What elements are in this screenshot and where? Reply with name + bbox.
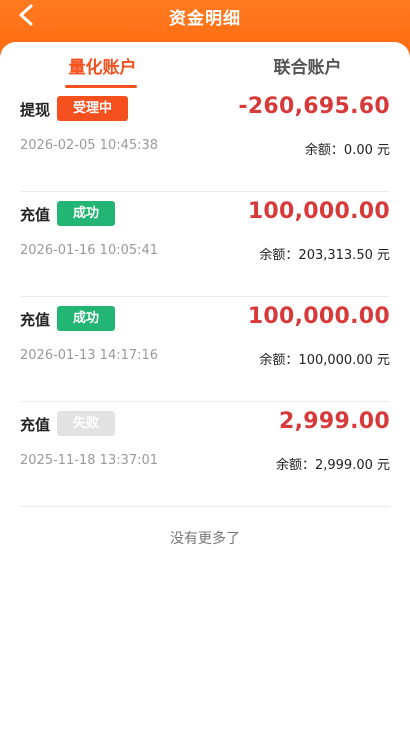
record-date: 2025-11-18 13:37:01 (20, 453, 159, 468)
account-tabs: 量化账户 联合账户 (0, 42, 410, 92)
record-date: 2026-01-13 14:17:16 (20, 348, 159, 363)
status-badge: 失败 (57, 411, 116, 436)
record-date: 2026-02-05 10:45:38 (20, 138, 159, 153)
list-item[interactable]: 充值 成功 2026-01-13 14:17:16 100,000.00 余额：… (20, 296, 390, 402)
record-balance: 余额：203,313.50 元 (259, 248, 390, 263)
content-card: 量化账户 联合账户 提现 受理中 2026-02-05 10:45:38 -26… (0, 42, 410, 735)
no-more-text: 没有更多了 (170, 531, 240, 547)
record-date: 2026-01-16 10:05:41 (20, 243, 159, 258)
record-amount: 100,000.00 (247, 199, 390, 224)
list-item[interactable]: 充值 成功 2026-01-16 10:05:41 100,000.00 余额：… (20, 191, 390, 297)
record-type: 提现 (20, 101, 51, 119)
status-badge: 成功 (57, 201, 116, 226)
tab-quant-account[interactable]: 量化账户 (0, 53, 205, 78)
record-amount: 100,000.00 (247, 304, 390, 329)
record-balance: 余额：0.00 元 (304, 143, 390, 158)
record-amount: -260,695.60 (238, 94, 390, 119)
record-type: 充值 (20, 311, 51, 329)
tab-joint-account[interactable]: 联合账户 (205, 53, 410, 78)
record-balance: 余额：100,000.00 元 (259, 353, 390, 368)
record-amount: 2,999.00 (279, 409, 390, 434)
record-type: 充值 (20, 206, 51, 224)
status-badge: 成功 (57, 306, 116, 331)
list-item[interactable]: 提现 受理中 2026-02-05 10:45:38 -260,695.60 余… (20, 86, 390, 192)
page-title: 资金明细 (169, 9, 241, 29)
record-type: 充值 (20, 416, 51, 434)
list-item[interactable]: 充值 失败 2025-11-18 13:37:01 2,999.00 余额：2,… (20, 401, 390, 507)
status-badge: 受理中 (57, 96, 129, 121)
record-balance: 余额：2,999.00 元 (275, 458, 390, 473)
